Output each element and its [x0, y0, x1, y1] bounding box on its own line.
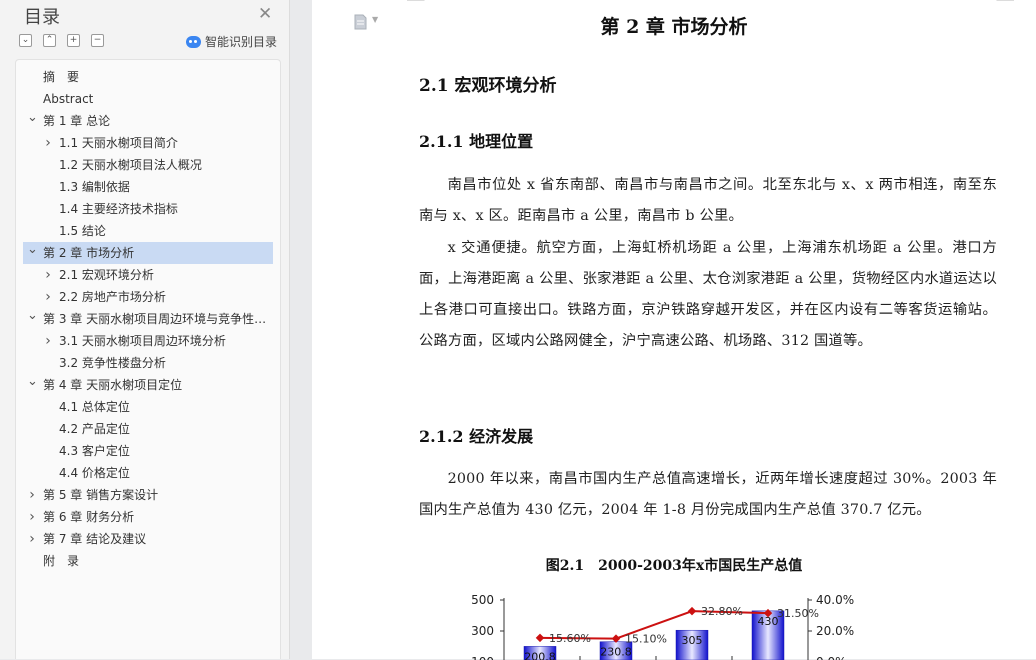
toc-item-label: 第 3 章 天丽水榭项目周边环境与竞争性楼盘分析	[43, 312, 271, 326]
toc-item-label: 第 1 章 总论	[43, 114, 111, 128]
chevron-right-icon[interactable]: ›	[43, 132, 53, 154]
bar-value-label: 305	[682, 634, 703, 647]
chevron-down-icon[interactable]: ⌄	[27, 110, 38, 129]
y2-tick-label: 40.0%	[816, 593, 854, 607]
toc-item[interactable]: ⌄ 第 3 章 天丽水榭项目周边环境与竞争性楼盘分析	[23, 308, 273, 330]
toc-item-label: 1.2 天丽水榭项目法人概况	[59, 158, 202, 172]
toc-item[interactable]: 3.2 竞争性楼盘分析	[23, 352, 273, 374]
chevron-down-icon[interactable]: ⌄	[27, 374, 38, 393]
toc-item[interactable]: 4.4 价格定位	[23, 462, 273, 484]
toc-item[interactable]: › 2.1 宏观环境分析	[23, 264, 273, 286]
toc-item[interactable]: 1.2 天丽水榭项目法人概况	[23, 154, 273, 176]
toc-item-label: 2.2 房地产市场分析	[59, 290, 166, 304]
toc-title: 目录	[24, 7, 60, 28]
chevron-right-icon[interactable]: ›	[43, 286, 53, 308]
line-value-label: 15.10%	[625, 633, 667, 646]
expand-all-icon[interactable]: ⌄	[19, 34, 32, 47]
toc-item-label: 1.4 主要经济技术指标	[59, 202, 178, 216]
toc-item[interactable]: 4.2 产品定位	[23, 418, 273, 440]
chapter-title: 第 2 章 市场分析	[600, 16, 748, 38]
line-marker	[687, 606, 697, 616]
toc-item[interactable]: ⌄ 第 4 章 天丽水榭项目定位	[23, 374, 273, 396]
chart-caption: 图2.1 2000-2003年x市国民生产总值	[545, 558, 803, 574]
toc-item-label: 第 7 章 结论及建议	[43, 532, 147, 546]
toc-item-label: 4.2 产品定位	[59, 422, 130, 436]
toc-item[interactable]: › 第 7 章 结论及建议	[23, 528, 273, 550]
paragraph: x 交通便捷。航空方面，上海虹桥机场距 a 公里，上海浦东机场距 a 公里。港口…	[419, 240, 997, 349]
toc-item-label: 4.1 总体定位	[59, 400, 130, 414]
gdp-chart: 50030010040.0%20.0%0.0%200.8230.83054301…	[471, 593, 854, 660]
toc-item[interactable]: › 第 6 章 财务分析	[23, 506, 273, 528]
paragraph: 2000 年以来，南昌市国内生产总值高速增长，近两年增长速度超过 30%。200…	[419, 471, 997, 518]
line-marker	[535, 633, 545, 643]
chevron-right-icon[interactable]: ›	[27, 506, 37, 528]
toc-item[interactable]: › 3.1 天丽水榭项目周边环境分析	[23, 330, 273, 352]
toc-item-label: 2.1 宏观环境分析	[59, 268, 154, 282]
margin-mark	[407, 0, 425, 1]
collapse-icon[interactable]: ⌃	[43, 34, 56, 47]
toc-item[interactable]: Abstract	[23, 88, 273, 110]
chevron-down-icon[interactable]: ⌄	[27, 242, 38, 261]
heading-2-1-1: 2.1.1 地理位置	[419, 132, 534, 151]
toc-item-label: 第 5 章 销售方案设计	[43, 488, 159, 502]
y2-tick-label: 0.0%	[816, 655, 847, 660]
close-icon[interactable]: ✕	[258, 4, 272, 24]
toc-item[interactable]: 1.4 主要经济技术指标	[23, 198, 273, 220]
margin-mark	[996, 0, 1014, 1]
bar-value-label: 230.8	[600, 646, 632, 659]
toc-item[interactable]: 1.3 编制依据	[23, 176, 273, 198]
toc-item[interactable]: › 第 5 章 销售方案设计	[23, 484, 273, 506]
chevron-down-icon[interactable]: ⌄	[27, 308, 38, 327]
toc-item-label: 1.5 结论	[59, 224, 106, 238]
toc-item[interactable]: ⌄ 第 1 章 总论	[23, 110, 273, 132]
toc-item[interactable]: 附 录	[23, 550, 273, 572]
toc-item-label: 3.2 竞争性楼盘分析	[59, 356, 166, 370]
line-value-label: 31.50%	[777, 607, 819, 620]
toc-item-label: 4.3 客户定位	[59, 444, 130, 458]
toc-item-label: 附 录	[43, 554, 80, 568]
y-tick-label: 300	[471, 624, 494, 638]
add-icon[interactable]: +	[67, 34, 80, 47]
smart-toc-button[interactable]: 智能识别目录	[186, 33, 277, 50]
toc-item-label: Abstract	[43, 92, 94, 106]
toc-item[interactable]: 4.1 总体定位	[23, 396, 273, 418]
toc-item[interactable]: 4.3 客户定位	[23, 440, 273, 462]
toc-item[interactable]: › 2.2 房地产市场分析	[23, 286, 273, 308]
toc-item-label: 1.1 天丽水榭项目简介	[59, 136, 178, 150]
toc-item[interactable]: 1.5 结论	[23, 220, 273, 242]
chevron-right-icon[interactable]: ›	[43, 330, 53, 352]
ai-icon	[186, 35, 201, 48]
y-tick-label: 500	[471, 593, 494, 607]
remove-icon[interactable]: −	[91, 34, 104, 47]
line-value-label: 15.60%	[549, 632, 591, 645]
toc-item-label: 4.4 价格定位	[59, 466, 130, 480]
chevron-right-icon[interactable]: ›	[27, 528, 37, 550]
chevron-right-icon[interactable]: ›	[43, 264, 53, 286]
line-value-label: 32.80%	[701, 605, 743, 618]
document-page: ▼ 第 2 章 市场分析 2.1 宏观环境分析 2.1.1 地理位置 南昌市位处…	[312, 0, 1036, 660]
smart-toc-label: 智能识别目录	[205, 35, 278, 49]
toc-sidebar: 目录 ✕ ⌄ ⌃ + − 智能识别目录 摘 要 Abstract ⌄ 第 1 章 总论…	[0, 0, 290, 659]
toc-item-label: 第 4 章 天丽水榭项目定位	[43, 378, 183, 392]
chevron-right-icon[interactable]: ›	[27, 484, 37, 506]
toc-item-label: 第 6 章 财务分析	[43, 510, 135, 524]
toc-item[interactable]: ⌄ 第 2 章 市场分析	[23, 242, 273, 264]
document-area: ▼ 第 2 章 市场分析 2.1 宏观环境分析 2.1.1 地理位置 南昌市位处…	[290, 0, 1036, 660]
toc-item-label: 摘 要	[43, 70, 80, 84]
heading-2-1: 2.1 宏观环境分析	[419, 76, 557, 96]
y-tick-label: 100	[471, 655, 494, 660]
toc-item-label: 3.1 天丽水榭项目周边环境分析	[59, 334, 226, 348]
toc-item[interactable]: › 1.1 天丽水榭项目简介	[23, 132, 273, 154]
paragraph: 南昌市位处 x 省东南部、南昌市与南昌市之间。北至东北与 x、x 两市相连，南至…	[419, 177, 997, 224]
toc-item-label: 1.3 编制依据	[59, 180, 130, 194]
y2-tick-label: 20.0%	[816, 624, 854, 638]
heading-2-1-2: 2.1.2 经济发展	[419, 427, 534, 446]
toc-item-label: 第 2 章 市场分析	[43, 246, 135, 260]
toc-list: 摘 要 Abstract ⌄ 第 1 章 总论 › 1.1 天丽水榭项目简介 1.2 天丽水…	[15, 59, 281, 659]
toc-item[interactable]: 摘 要	[23, 66, 273, 88]
